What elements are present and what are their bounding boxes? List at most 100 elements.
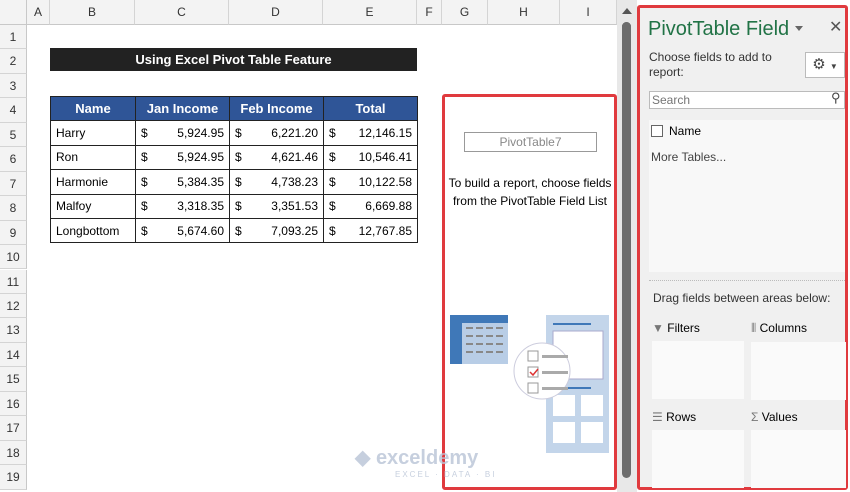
row-header-19[interactable]: 19: [0, 465, 27, 490]
column-header-E[interactable]: E: [323, 0, 417, 25]
cell-jan[interactable]: $5,924.95: [135, 144, 230, 171]
column-header-D[interactable]: D: [229, 0, 323, 25]
header-feb[interactable]: Feb Income: [229, 95, 324, 122]
values-label: Values: [761, 410, 798, 424]
vertical-scrollbar[interactable]: [617, 0, 637, 492]
row-header-4[interactable]: 4: [0, 98, 27, 123]
cell-jan-value: 3,318.35: [177, 199, 224, 214]
cell-feb[interactable]: $3,351.53: [229, 193, 324, 219]
cell-total-value: 10,546.41: [358, 150, 412, 165]
filters-label: Filters: [667, 321, 700, 335]
cell-name[interactable]: Harry: [50, 120, 136, 146]
columns-area[interactable]: ⦀ Columns: [751, 321, 846, 401]
row-header-1[interactable]: 1: [0, 25, 27, 50]
row-header-16[interactable]: 16: [0, 391, 27, 417]
cell-feb-value: 7,093.25: [271, 223, 318, 238]
search-input[interactable]: [649, 91, 845, 109]
scroll-up-arrow[interactable]: [622, 8, 632, 14]
cell-name[interactable]: Ron: [50, 144, 136, 171]
cell-jan-value: 5,674.60: [177, 223, 224, 238]
cell-total-value: 12,767.85: [358, 223, 412, 238]
pane-options-dropdown[interactable]: [795, 26, 803, 31]
currency-symbol: $: [235, 223, 242, 238]
field-name-label: Name: [669, 124, 702, 138]
row-header-8[interactable]: 8: [0, 196, 27, 221]
sheet-title: Using Excel Pivot Table Feature: [50, 48, 417, 71]
cell-feb[interactable]: $7,093.25: [229, 217, 324, 244]
row-header-7[interactable]: 7: [0, 171, 27, 197]
income-table: Name Jan Income Feb Income Total Harry $5…: [50, 95, 418, 244]
row-header-13[interactable]: 13: [0, 318, 27, 343]
pivot-table-placeholder[interactable]: PivotTable7 To build a report, choose fi…: [442, 94, 617, 490]
rows-area[interactable]: ☰ Rows: [652, 410, 744, 490]
cell-jan[interactable]: $5,924.95: [135, 120, 230, 146]
row-header-18[interactable]: 18: [0, 440, 27, 466]
currency-symbol: $: [235, 174, 242, 189]
table-row: Harry $5,924.95 $6,221.20 $12,146.15: [50, 120, 418, 146]
field-list: Name More Tables...: [649, 120, 845, 272]
column-header-C[interactable]: C: [135, 0, 229, 25]
filters-area[interactable]: ▼ Filters: [652, 321, 744, 401]
row-header-3[interactable]: 3: [0, 73, 27, 99]
row-header-6[interactable]: 6: [0, 147, 27, 172]
cell-feb-value: 4,621.46: [271, 150, 318, 165]
cell-feb[interactable]: $6,221.20: [229, 120, 324, 146]
table-row: Ron $5,924.95 $4,621.46 $10,546.41: [50, 144, 418, 171]
currency-symbol: $: [329, 150, 336, 165]
cell-jan[interactable]: $5,674.60: [135, 217, 230, 244]
row-header-2[interactable]: 2: [0, 49, 27, 74]
cell-total[interactable]: $6,669.88: [323, 193, 418, 219]
table-row: Harmonie $5,384.35 $4,738.23 $10,122.58: [50, 169, 418, 195]
column-header-F[interactable]: F: [417, 0, 442, 25]
currency-symbol: $: [235, 199, 242, 214]
close-icon[interactable]: ✕: [829, 17, 842, 37]
cell-feb[interactable]: $4,738.23: [229, 169, 324, 195]
column-header-A[interactable]: A: [27, 0, 50, 25]
column-header-B[interactable]: B: [50, 0, 135, 25]
row-header-9[interactable]: 9: [0, 220, 27, 246]
row-header-17[interactable]: 17: [0, 416, 27, 441]
field-name-checkbox[interactable]: Name: [651, 124, 701, 138]
row-header-15[interactable]: 15: [0, 367, 27, 392]
cell-total[interactable]: $12,146.15: [323, 120, 418, 146]
row-header-12[interactable]: 12: [0, 293, 27, 319]
currency-symbol: $: [141, 150, 148, 165]
cell-feb-value: 6,221.20: [271, 126, 318, 141]
cell-total[interactable]: $10,546.41: [323, 144, 418, 171]
pivot-field-list-pane: PivotTable Field ✕ Choose fields to add …: [637, 5, 848, 490]
currency-symbol: $: [141, 223, 148, 238]
values-area[interactable]: Σ Values: [751, 410, 846, 490]
column-header-I[interactable]: I: [560, 0, 617, 25]
row-header-14[interactable]: 14: [0, 342, 27, 368]
cell-jan[interactable]: $3,318.35: [135, 193, 230, 219]
cell-jan-value: 5,924.95: [177, 126, 224, 141]
more-tables-link[interactable]: More Tables...: [651, 150, 726, 164]
header-total[interactable]: Total: [323, 95, 418, 122]
header-jan[interactable]: Jan Income: [135, 95, 230, 122]
currency-symbol: $: [235, 150, 242, 165]
cell-name[interactable]: Harmonie: [50, 169, 136, 195]
currency-symbol: $: [329, 174, 336, 189]
row-header-11[interactable]: 11: [0, 269, 27, 294]
cell-jan-value: 5,384.35: [177, 174, 224, 189]
rows-label: Rows: [666, 410, 697, 424]
gear-icon[interactable]: ⚙ ▼: [805, 52, 845, 78]
cell-total-value: 6,669.88: [365, 199, 412, 214]
cell-name[interactable]: Malfoy: [50, 193, 136, 219]
table-row: Malfoy $3,318.35 $3,351.53 $6,669.88: [50, 193, 418, 219]
row-header-10[interactable]: 10: [0, 245, 27, 270]
column-header-H[interactable]: H: [488, 0, 560, 25]
header-name[interactable]: Name: [50, 95, 136, 122]
cell-total[interactable]: $10,122.58: [323, 169, 418, 195]
currency-symbol: $: [329, 199, 336, 214]
pivot-hint: To build a report, choose fields from th…: [448, 176, 612, 208]
cell-jan[interactable]: $5,384.35: [135, 169, 230, 195]
cell-feb[interactable]: $4,621.46: [229, 144, 324, 171]
currency-symbol: $: [235, 126, 242, 141]
row-header-5[interactable]: 5: [0, 122, 27, 148]
cell-name[interactable]: Longbottom: [50, 217, 136, 244]
select-all-corner[interactable]: [0, 0, 27, 25]
column-header-G[interactable]: G: [442, 0, 488, 25]
search-icon[interactable]: ⚲: [831, 90, 841, 106]
cell-total[interactable]: $12,767.85: [323, 217, 418, 244]
